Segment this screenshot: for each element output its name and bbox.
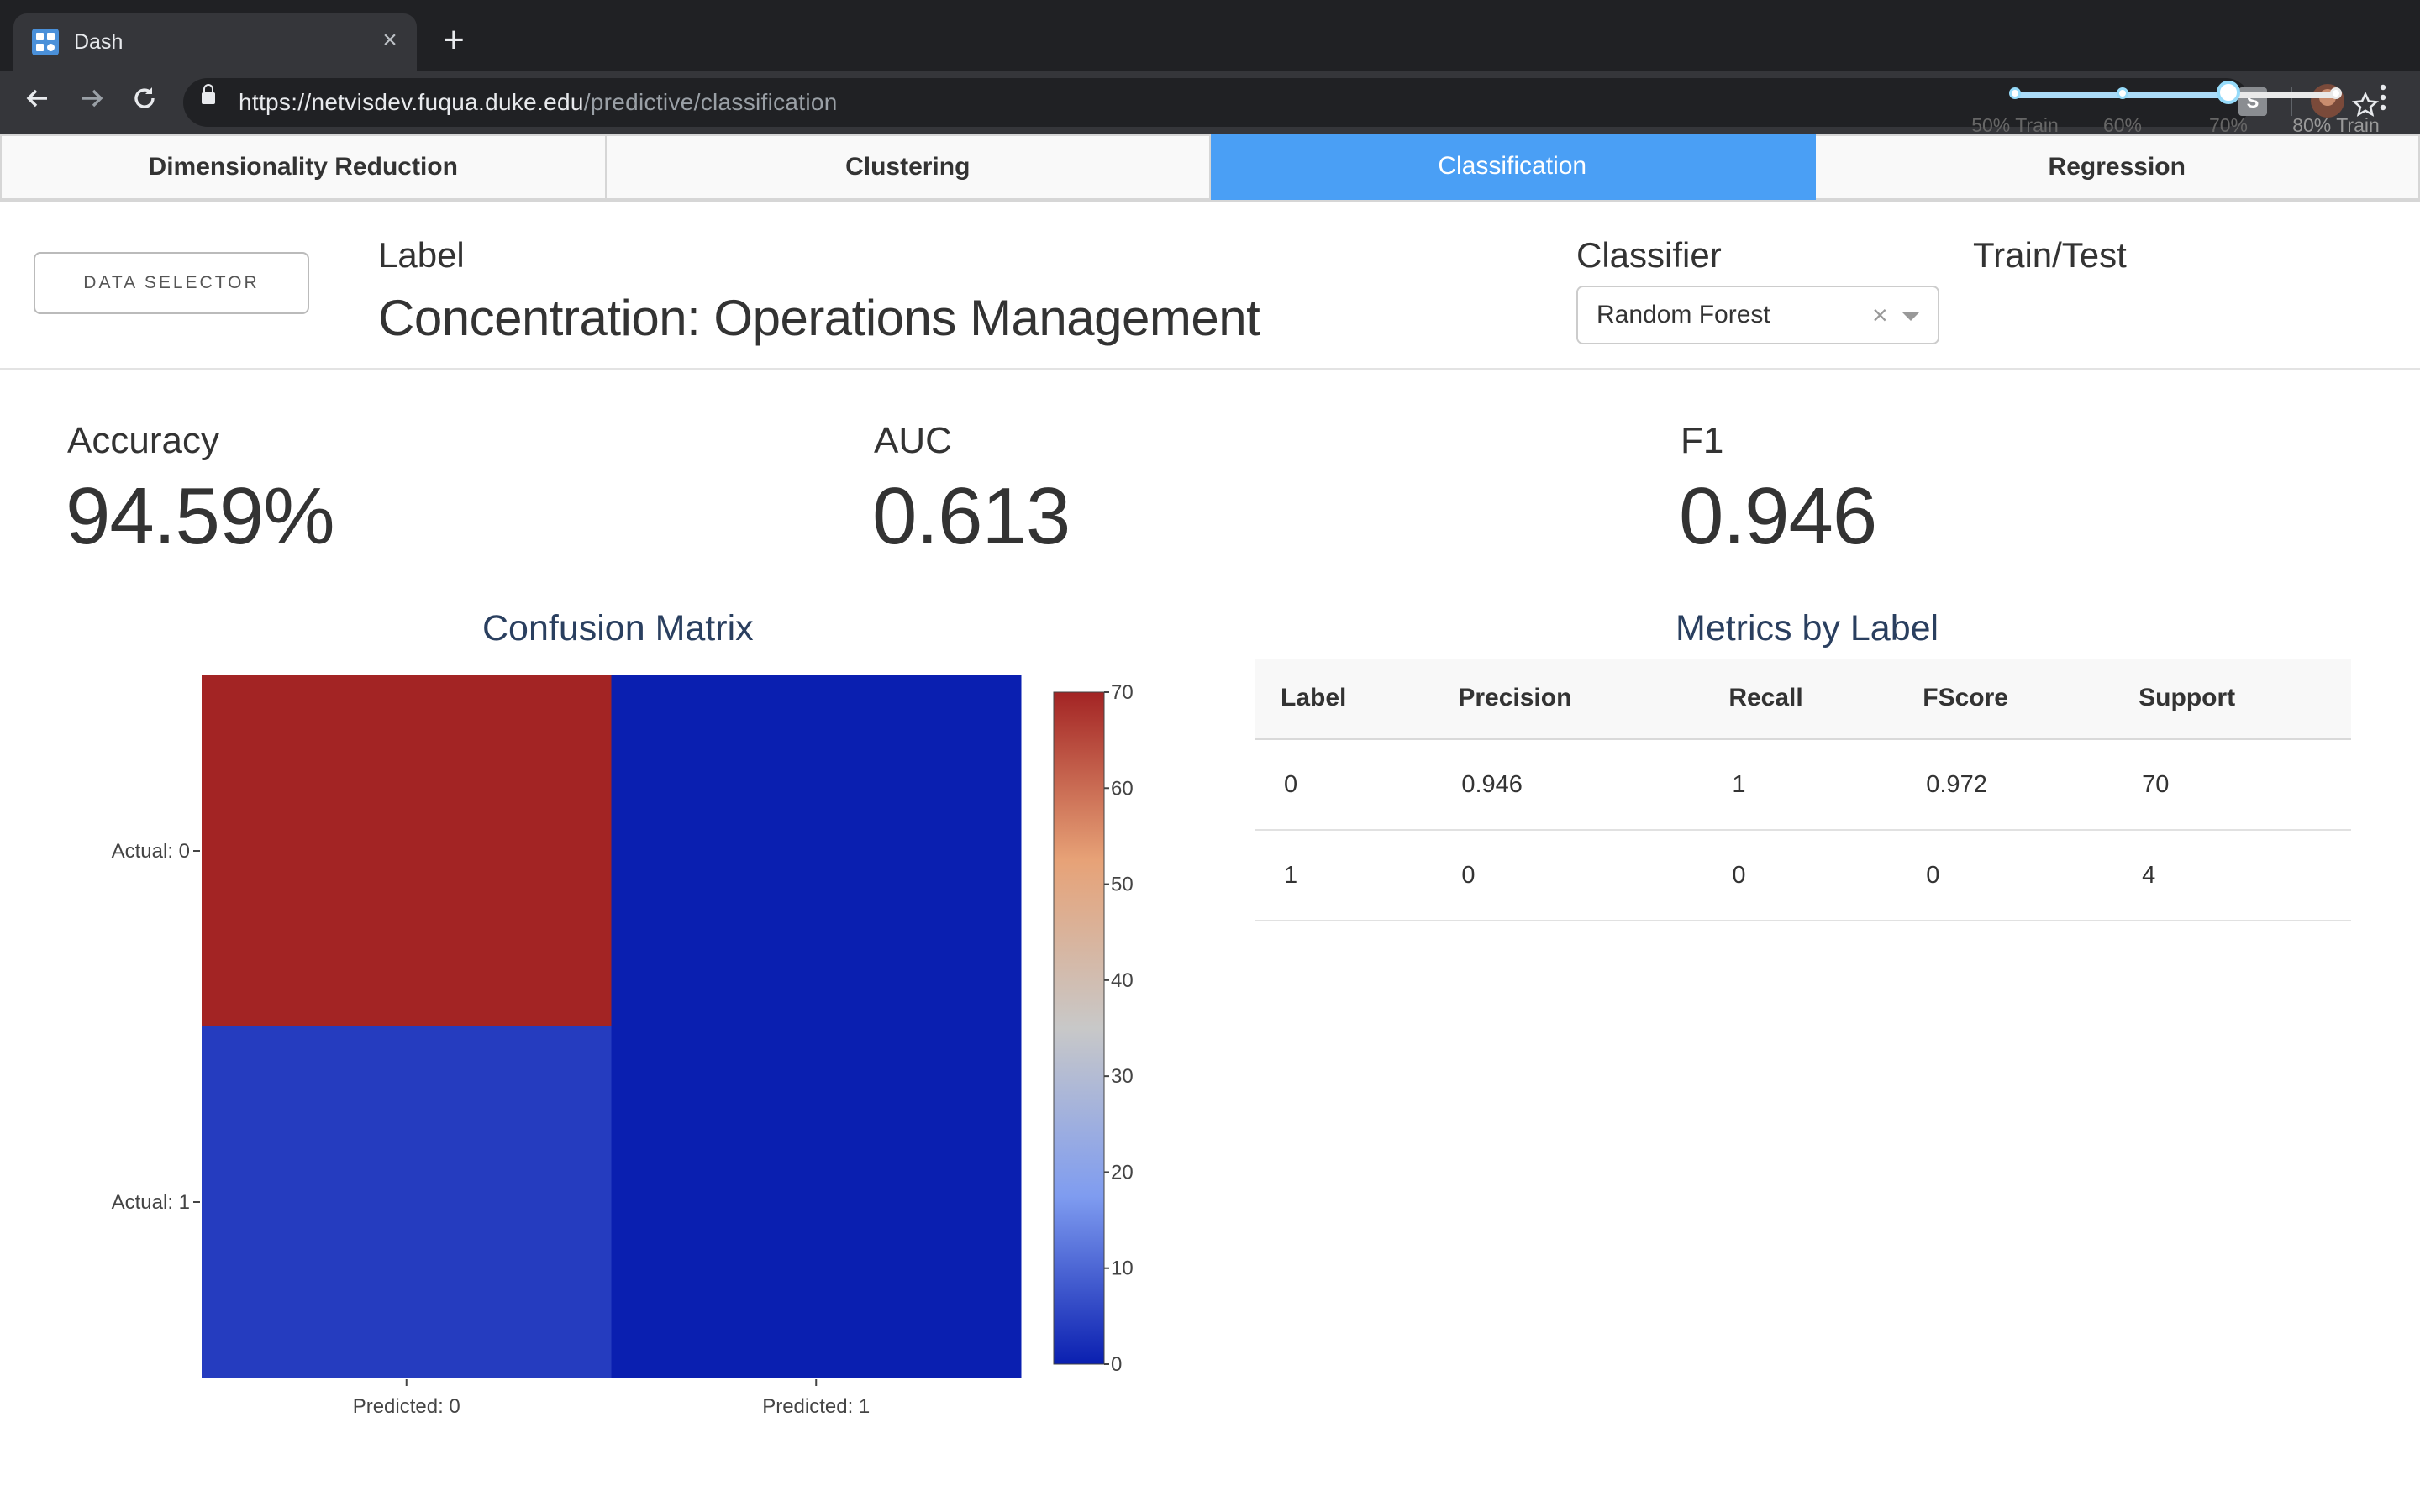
url-path: /predictive/classification bbox=[583, 89, 838, 115]
tab-classification[interactable]: Classification bbox=[1211, 134, 1816, 200]
dropdown-arrow-icon[interactable] bbox=[1902, 312, 1919, 321]
colorbar-tick-label: 0 bbox=[1111, 1353, 1122, 1376]
slider-dot-80[interactable] bbox=[2330, 87, 2342, 99]
heatmap-cell-1-1[interactable] bbox=[611, 1026, 1022, 1378]
heatmap-cell-0-0[interactable] bbox=[202, 675, 612, 1027]
accuracy-label: Accuracy bbox=[67, 420, 219, 461]
colorbar bbox=[1053, 691, 1105, 1365]
slider-mark-50[interactable]: 50% Train bbox=[1971, 114, 2059, 137]
label-caption: Label bbox=[378, 235, 465, 275]
slider-dot-60[interactable] bbox=[2117, 87, 2128, 99]
auc-value: 0.613 bbox=[872, 471, 1071, 561]
table-cell: 4 bbox=[2113, 830, 2351, 921]
url-text[interactable]: https://netvisdev.fuqua.duke.edu/predict… bbox=[239, 78, 838, 127]
clear-selection-icon[interactable]: × bbox=[1872, 287, 1888, 343]
f1-label: F1 bbox=[1681, 420, 1724, 461]
column-header-precision[interactable]: Precision bbox=[1433, 659, 1704, 740]
lock-icon bbox=[202, 84, 215, 104]
data-selector-button[interactable]: DATA SELECTOR bbox=[34, 252, 309, 314]
table-cell: 0 bbox=[1255, 738, 1434, 831]
confusion-matrix-chart: Actual: 0 Actual: 1 Predicted: 0 Predicted:… bbox=[112, 675, 1134, 1418]
url-host: https://netvisdev.fuqua.duke.edu bbox=[239, 89, 584, 115]
column-header-fscore[interactable]: FScore bbox=[1897, 659, 2114, 740]
x-tick-label: Predicted: 1 bbox=[762, 1395, 870, 1418]
heatmap-cell-1-0[interactable] bbox=[202, 1026, 612, 1378]
auc-label: AUC bbox=[874, 420, 952, 461]
column-header-label[interactable]: Label bbox=[1255, 659, 1434, 740]
table-cell: 0 bbox=[1897, 830, 2114, 921]
reload-icon[interactable] bbox=[124, 82, 165, 123]
colorbar-tick-label: 30 bbox=[1111, 1065, 1134, 1088]
dash-favicon-icon bbox=[32, 29, 59, 55]
table-cell: 70 bbox=[2113, 738, 2351, 831]
back-arrow-icon[interactable] bbox=[17, 82, 57, 123]
address-bar[interactable]: https://netvisdev.fuqua.duke.edu/predict… bbox=[183, 78, 2380, 127]
heatmap-cell-0-1[interactable] bbox=[611, 675, 1022, 1027]
classifier-caption: Classifier bbox=[1576, 235, 1722, 275]
close-tab-icon[interactable]: × bbox=[375, 25, 405, 55]
column-header-support[interactable]: Support bbox=[2113, 659, 2351, 740]
table-cell: 0.972 bbox=[1897, 738, 2114, 831]
new-tab-button[interactable]: + bbox=[434, 22, 474, 62]
colorbar-tick-label: 40 bbox=[1111, 969, 1134, 992]
column-header-recall[interactable]: Recall bbox=[1703, 659, 1898, 740]
table-row: 1 0 0 0 4 bbox=[1255, 830, 2351, 921]
browser-tab-strip: Dash × + bbox=[0, 0, 2420, 71]
train-test-slider-handle[interactable] bbox=[2217, 81, 2240, 104]
table-cell: 1 bbox=[1703, 738, 1898, 831]
table-cell: 0.946 bbox=[1433, 738, 1704, 831]
classifier-selected-value: Random Forest bbox=[1597, 301, 1770, 328]
tab-regression[interactable]: Regression bbox=[1815, 134, 2420, 200]
tab-dimensionality-reduction[interactable]: Dimensionality Reduction bbox=[0, 134, 607, 200]
tab-clustering[interactable]: Clustering bbox=[606, 134, 1211, 200]
x-tick-label: Predicted: 0 bbox=[353, 1395, 460, 1418]
control-bar: DATA SELECTOR Label Concentration: Opera… bbox=[0, 202, 2420, 370]
confusion-matrix-title: Confusion Matrix bbox=[482, 608, 754, 648]
slider-mark-70[interactable]: 70% bbox=[2209, 114, 2248, 137]
table-cell: 0 bbox=[1703, 830, 1898, 921]
slider-mark-80[interactable]: 80% Train bbox=[2292, 114, 2380, 137]
browser-tab[interactable]: Dash × bbox=[13, 13, 417, 71]
forward-arrow-icon[interactable] bbox=[72, 82, 113, 123]
table-cell: 1 bbox=[1255, 830, 1434, 921]
colorbar-tick-label: 10 bbox=[1111, 1257, 1134, 1280]
classifier-dropdown[interactable]: Random Forest × bbox=[1576, 286, 1939, 344]
slider-dot-50[interactable] bbox=[2009, 87, 2021, 99]
metrics-table-title: Metrics by Label bbox=[1676, 608, 1939, 648]
y-tick-label: Actual: 1 bbox=[112, 1191, 190, 1214]
slider-mark-60[interactable]: 60% bbox=[2103, 114, 2142, 137]
train-test-caption: Train/Test bbox=[1973, 235, 2127, 275]
f1-value: 0.946 bbox=[1679, 471, 1877, 561]
table-row: 0 0.946 1 0.972 70 bbox=[1255, 738, 2351, 831]
table-cell: 0 bbox=[1433, 830, 1704, 921]
table-header-row: Label Precision Recall FScore Support bbox=[1255, 659, 2351, 740]
accuracy-value: 94.59% bbox=[66, 471, 335, 561]
y-tick-label: Actual: 0 bbox=[112, 840, 190, 863]
app-nav-tabs: Dimensionality Reduction Clustering Clas… bbox=[0, 134, 2420, 202]
colorbar-tick-label: 60 bbox=[1111, 777, 1134, 800]
colorbar-tick-label: 70 bbox=[1111, 681, 1134, 704]
label-value: Concentration: Operations Management bbox=[378, 290, 1260, 346]
browser-tab-title: Dash bbox=[74, 30, 124, 54]
colorbar-tick-label: 50 bbox=[1111, 874, 1134, 896]
metrics-by-label-table: Label Precision Recall FScore Support 0 … bbox=[1255, 659, 2351, 921]
colorbar-tick-label: 20 bbox=[1111, 1161, 1134, 1184]
